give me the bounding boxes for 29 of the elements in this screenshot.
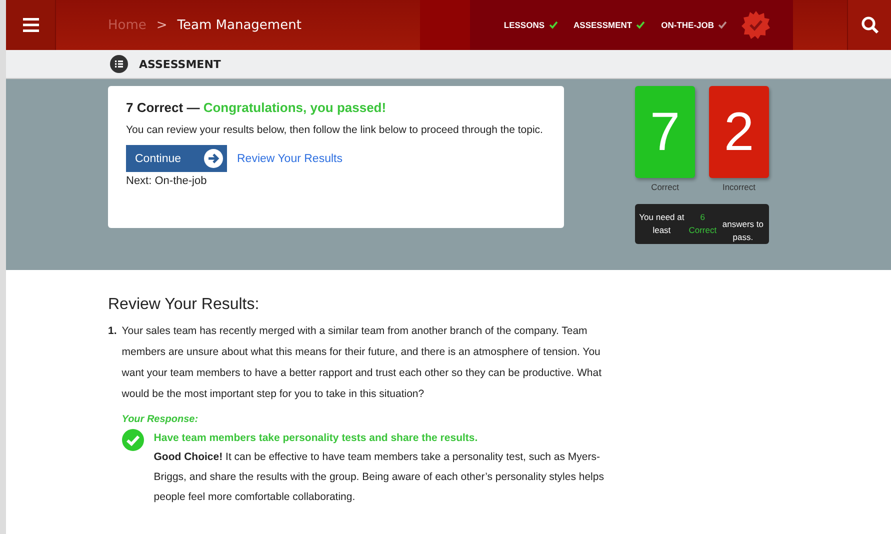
score-tile: 2 — [709, 86, 769, 178]
question-text: Your sales team has recently merged with a similar team from another branch of the company. Team members are unsure about what this means for their future, and there is an atmosphere of tension. You want your team members to have a better rapport and trust each other so they can be productive. What would be the most important step for you to take in this situation? — [122, 324, 603, 402]
review-results-link[interactable]: Review Your Results — [237, 152, 342, 164]
breadcrumb-link[interactable]: Team Management — [177, 18, 302, 32]
badge-icon — [741, 10, 771, 40]
search-icon — [860, 16, 878, 34]
menu-button[interactable] — [6, 0, 56, 50]
search-button[interactable] — [847, 0, 891, 50]
arrow-right-icon — [204, 149, 223, 168]
score-tile: 7 — [635, 86, 695, 178]
score-label: Incorrect — [722, 182, 756, 192]
breadcrumb-separator: > — [156, 18, 168, 32]
next-step-text: Next: On-the-job — [126, 175, 208, 187]
continue-button[interactable]: Continue — [126, 145, 227, 172]
progress-step[interactable]: LESSONS — [504, 20, 558, 30]
result-heading: 7 Correct — — [126, 100, 200, 115]
response-text: Have team members take personality tests and share the results. — [154, 431, 479, 446]
progress-step[interactable]: ON-THE-JOB — [661, 20, 727, 30]
section-title: ASSESSMENT — [139, 58, 221, 70]
menu-icon — [22, 18, 38, 32]
score-label: Correct — [651, 182, 679, 192]
response-label: Your Response: — [122, 414, 200, 425]
result-message: You can review your results below, then follow the link below to proceed through the topic. — [126, 123, 544, 138]
review-title: Review Your Results: — [108, 296, 260, 314]
result-status: Congratulations, you passed! — [203, 100, 386, 115]
progress-step[interactable]: ASSESSMENT — [574, 20, 646, 30]
question-number: 1. — [108, 324, 117, 339]
feedback-text: Good Choice! It can be effective to have team members take a personality test, such as Myers-Briggs, and share the results with the group. Being aware of each other’s personality styles helps people feel more comfortable collaborating. — [154, 450, 605, 505]
list-icon — [110, 55, 128, 73]
